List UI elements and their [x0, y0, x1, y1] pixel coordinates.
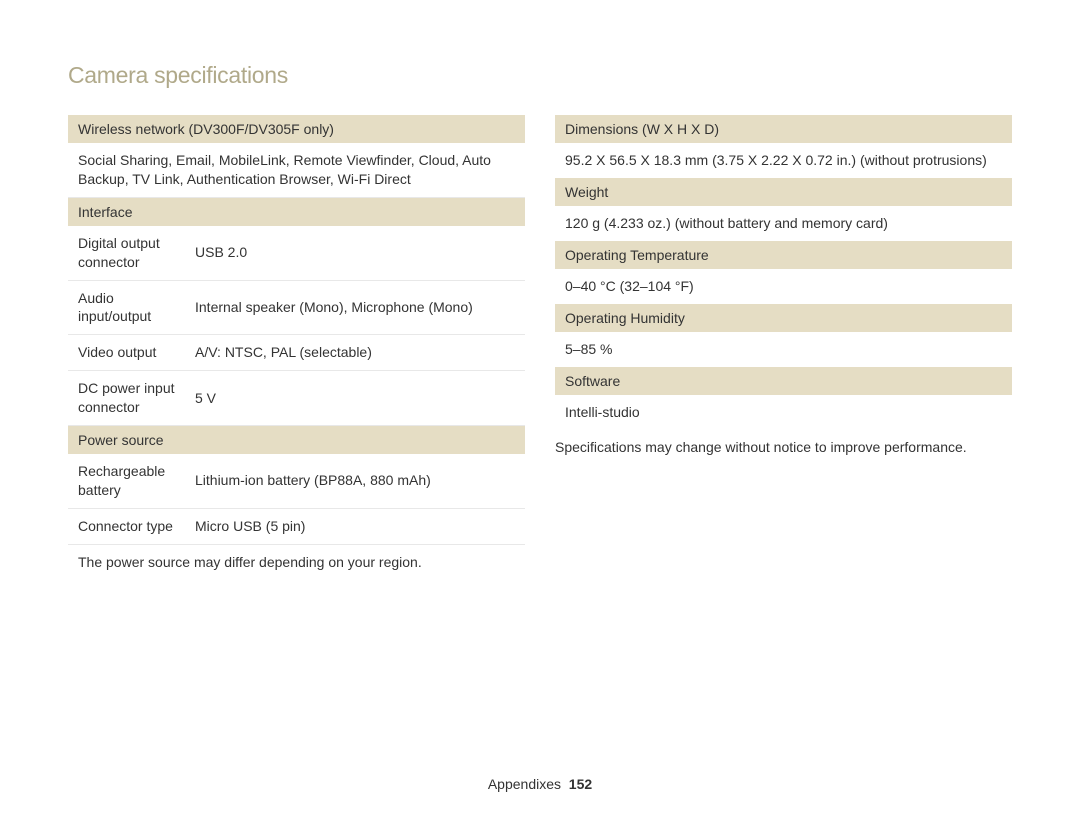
table-row: Rechargeable battery Lithium-ion battery… [68, 454, 525, 508]
spec-value: Lithium-ion battery (BP88A, 880 mAh) [185, 454, 525, 508]
operating-temperature-value: 0–40 °C (32–104 °F) [555, 269, 1012, 304]
spec-label: DC power input connector [68, 371, 185, 426]
wireless-network-body: Social Sharing, Email, MobileLink, Remot… [68, 143, 525, 198]
wireless-network-header: Wireless network (DV300F/DV305F only) [68, 115, 525, 143]
power-table: Rechargeable battery Lithium-ion battery… [68, 454, 525, 580]
dimensions-header: Dimensions (W X H X D) [555, 115, 1012, 143]
operating-humidity-header: Operating Humidity [555, 304, 1012, 332]
software-value: Intelli-studio [555, 395, 1012, 430]
spec-label: Digital output connector [68, 226, 185, 280]
interface-table: Digital output connector USB 2.0 Audio i… [68, 226, 525, 426]
manual-page: Camera specifications Wireless network (… [0, 0, 1080, 815]
weight-header: Weight [555, 178, 1012, 206]
spec-label: Rechargeable battery [68, 454, 185, 508]
spec-label: Audio input/output [68, 280, 185, 335]
spec-label: Connector type [68, 508, 185, 544]
page-title: Camera specifications [68, 62, 1012, 89]
table-row: Connector type Micro USB (5 pin) [68, 508, 525, 544]
spec-value: USB 2.0 [185, 226, 525, 280]
content-columns: Wireless network (DV300F/DV305F only) So… [68, 115, 1012, 580]
right-column: Dimensions (W X H X D) 95.2 X 56.5 X 18.… [555, 115, 1012, 580]
table-row: Video output A/V: NTSC, PAL (selectable) [68, 335, 525, 371]
operating-humidity-value: 5–85 % [555, 332, 1012, 367]
dimensions-value: 95.2 X 56.5 X 18.3 mm (3.75 X 2.22 X 0.7… [555, 143, 1012, 178]
spec-value: Internal speaker (Mono), Microphone (Mon… [185, 280, 525, 335]
disclaimer-text: Specifications may change without notice… [555, 429, 1012, 455]
weight-value: 120 g (4.233 oz.) (without battery and m… [555, 206, 1012, 241]
footer-section: Appendixes [488, 776, 561, 792]
left-column: Wireless network (DV300F/DV305F only) So… [68, 115, 525, 580]
spec-value: Micro USB (5 pin) [185, 508, 525, 544]
footer-page-number: 152 [569, 776, 592, 792]
operating-temperature-header: Operating Temperature [555, 241, 1012, 269]
spec-value: A/V: NTSC, PAL (selectable) [185, 335, 525, 371]
spec-value: 5 V [185, 371, 525, 426]
spec-label: Video output [68, 335, 185, 371]
page-footer: Appendixes 152 [0, 776, 1080, 792]
table-row: DC power input connector 5 V [68, 371, 525, 426]
software-header: Software [555, 367, 1012, 395]
table-row: Audio input/output Internal speaker (Mon… [68, 280, 525, 335]
table-row: Digital output connector USB 2.0 [68, 226, 525, 280]
power-source-header: Power source [68, 426, 525, 454]
interface-header: Interface [68, 198, 525, 226]
power-note: The power source may differ depending on… [68, 544, 525, 579]
table-row: The power source may differ depending on… [68, 544, 525, 579]
